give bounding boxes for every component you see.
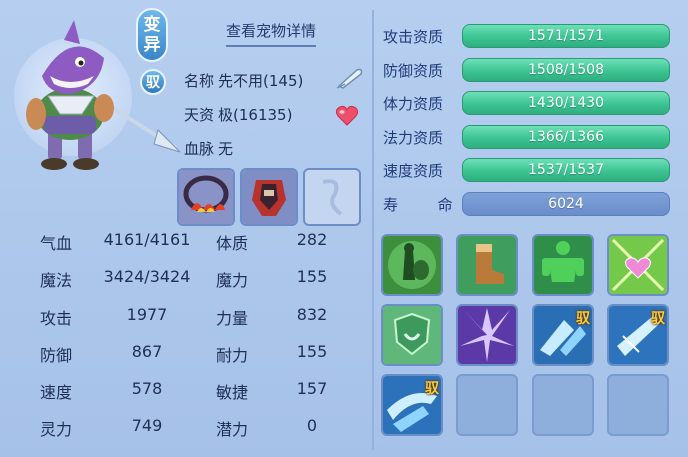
stat-value: 578: [131, 379, 163, 398]
mutant-badge: 变 异: [136, 8, 168, 62]
stat-value: 157: [296, 379, 328, 398]
skill-slot-3[interactable]: [532, 234, 594, 296]
aptitude-bar: 1430/1430: [462, 91, 670, 115]
aptitude-label: 体力资质: [383, 95, 444, 113]
skill-slot-6[interactable]: [456, 304, 518, 366]
stat-label: 气血: [40, 234, 73, 253]
equip-slot-1[interactable]: [177, 168, 235, 226]
stat-label: 灵力: [40, 420, 73, 439]
stat-value: 1977: [126, 305, 168, 324]
aptitude-bar: 1366/1366: [462, 125, 670, 149]
name-row: 名称 先不用(145): [184, 70, 303, 91]
skill-slot-11-empty[interactable]: [532, 374, 594, 436]
name-label: 名称: [184, 72, 215, 90]
stat-label: 魔法: [40, 271, 73, 290]
heart-light-skill-icon: [609, 236, 667, 294]
stat-label: 潜力: [216, 420, 249, 439]
stat-label: 耐力: [216, 346, 249, 365]
stat-label: 速度: [40, 383, 73, 402]
stat-value: 832: [296, 305, 328, 324]
skill-slot-2[interactable]: [456, 234, 518, 296]
panel-divider: [372, 10, 374, 450]
talent-row: 天资 极(16135): [184, 104, 292, 125]
tame-tag: 驭: [651, 311, 665, 327]
stat-value: 155: [296, 342, 328, 361]
tame-tag: 驭: [425, 381, 439, 397]
flame-ring-equipment-icon: [179, 170, 233, 224]
aptitude-label: 防御资质: [383, 62, 444, 80]
view-pet-details-link[interactable]: 查看宠物详情: [226, 20, 317, 47]
aptitude-value: 1366/1366: [528, 129, 604, 145]
stat-value: 0: [306, 416, 318, 435]
bloodline-row: 血脉 无: [184, 138, 233, 159]
talent-value: 极(16135): [218, 106, 293, 124]
tame-tag: 驭: [576, 311, 590, 327]
skill-slot-5[interactable]: [381, 304, 443, 366]
skill-slot-8[interactable]: 驭: [607, 304, 669, 366]
life-bar: 6024: [462, 192, 670, 216]
equip-slot-3-empty[interactable]: [303, 168, 361, 226]
life-label-char1: 寿: [383, 196, 399, 214]
aptitude-bar: 1571/1571: [462, 24, 670, 48]
armor-equipment-icon: [242, 170, 296, 224]
talent-label: 天资: [184, 106, 215, 124]
muscle-man-skill-icon: [534, 236, 592, 294]
aptitude-label: 法力资质: [383, 129, 444, 147]
stat-value: 155: [296, 267, 328, 286]
mutant-badge-line1: 变: [143, 15, 161, 35]
name-value: 先不用(145): [218, 72, 304, 90]
skill-slot-4[interactable]: [607, 234, 669, 296]
skill-slot-7[interactable]: 驭: [532, 304, 594, 366]
heart-icon[interactable]: [335, 104, 359, 126]
aptitude-label: 攻击资质: [383, 28, 444, 46]
bloodline-value: 无: [218, 140, 234, 158]
quill-edit-icon[interactable]: [335, 66, 365, 90]
equip-slot-2[interactable]: [240, 168, 298, 226]
stat-value: 867: [131, 342, 163, 361]
aptitude-bar: 1537/1537: [462, 158, 670, 182]
bloodline-label: 血脉: [184, 140, 215, 158]
aptitude-label: 速度资质: [383, 162, 444, 180]
aptitude-value: 1537/1537: [528, 162, 604, 178]
aptitude-value: 1571/1571: [528, 28, 604, 44]
stat-value: 282: [296, 230, 328, 249]
stat-value: 3424/3424: [103, 267, 191, 286]
mutant-badge-line2: 异: [143, 35, 161, 55]
stat-value: 4161/4161: [103, 230, 191, 249]
skill-slot-1[interactable]: [381, 234, 443, 296]
purple-burst-skill-icon: [458, 306, 516, 364]
life-label: 寿 命: [383, 194, 453, 215]
stat-value: 749: [131, 416, 163, 435]
aptitude-value: 1430/1430: [528, 95, 604, 111]
tame-badge: 驭: [140, 69, 166, 95]
stat-label: 魔力: [216, 271, 249, 290]
skill-slot-9[interactable]: 驭: [381, 374, 443, 436]
aptitude-bar: 1508/1508: [462, 58, 670, 82]
stat-label: 防御: [40, 346, 73, 365]
skill-slot-10-empty[interactable]: [456, 374, 518, 436]
stat-label: 攻击: [40, 309, 73, 328]
green-shield-skill-icon: [383, 306, 441, 364]
stat-label: 体质: [216, 234, 249, 253]
warrior-shield-skill-icon: [383, 236, 441, 294]
stat-label: 敏捷: [216, 383, 249, 402]
stat-label: 力量: [216, 309, 249, 328]
skill-slot-12-empty[interactable]: [607, 374, 669, 436]
boot-skill-icon: [458, 236, 516, 294]
aptitude-value: 1508/1508: [528, 62, 604, 78]
life-value: 6024: [548, 196, 584, 212]
life-label-char2: 命: [437, 196, 453, 214]
empty-equipment-slot-icon: [322, 179, 343, 216]
